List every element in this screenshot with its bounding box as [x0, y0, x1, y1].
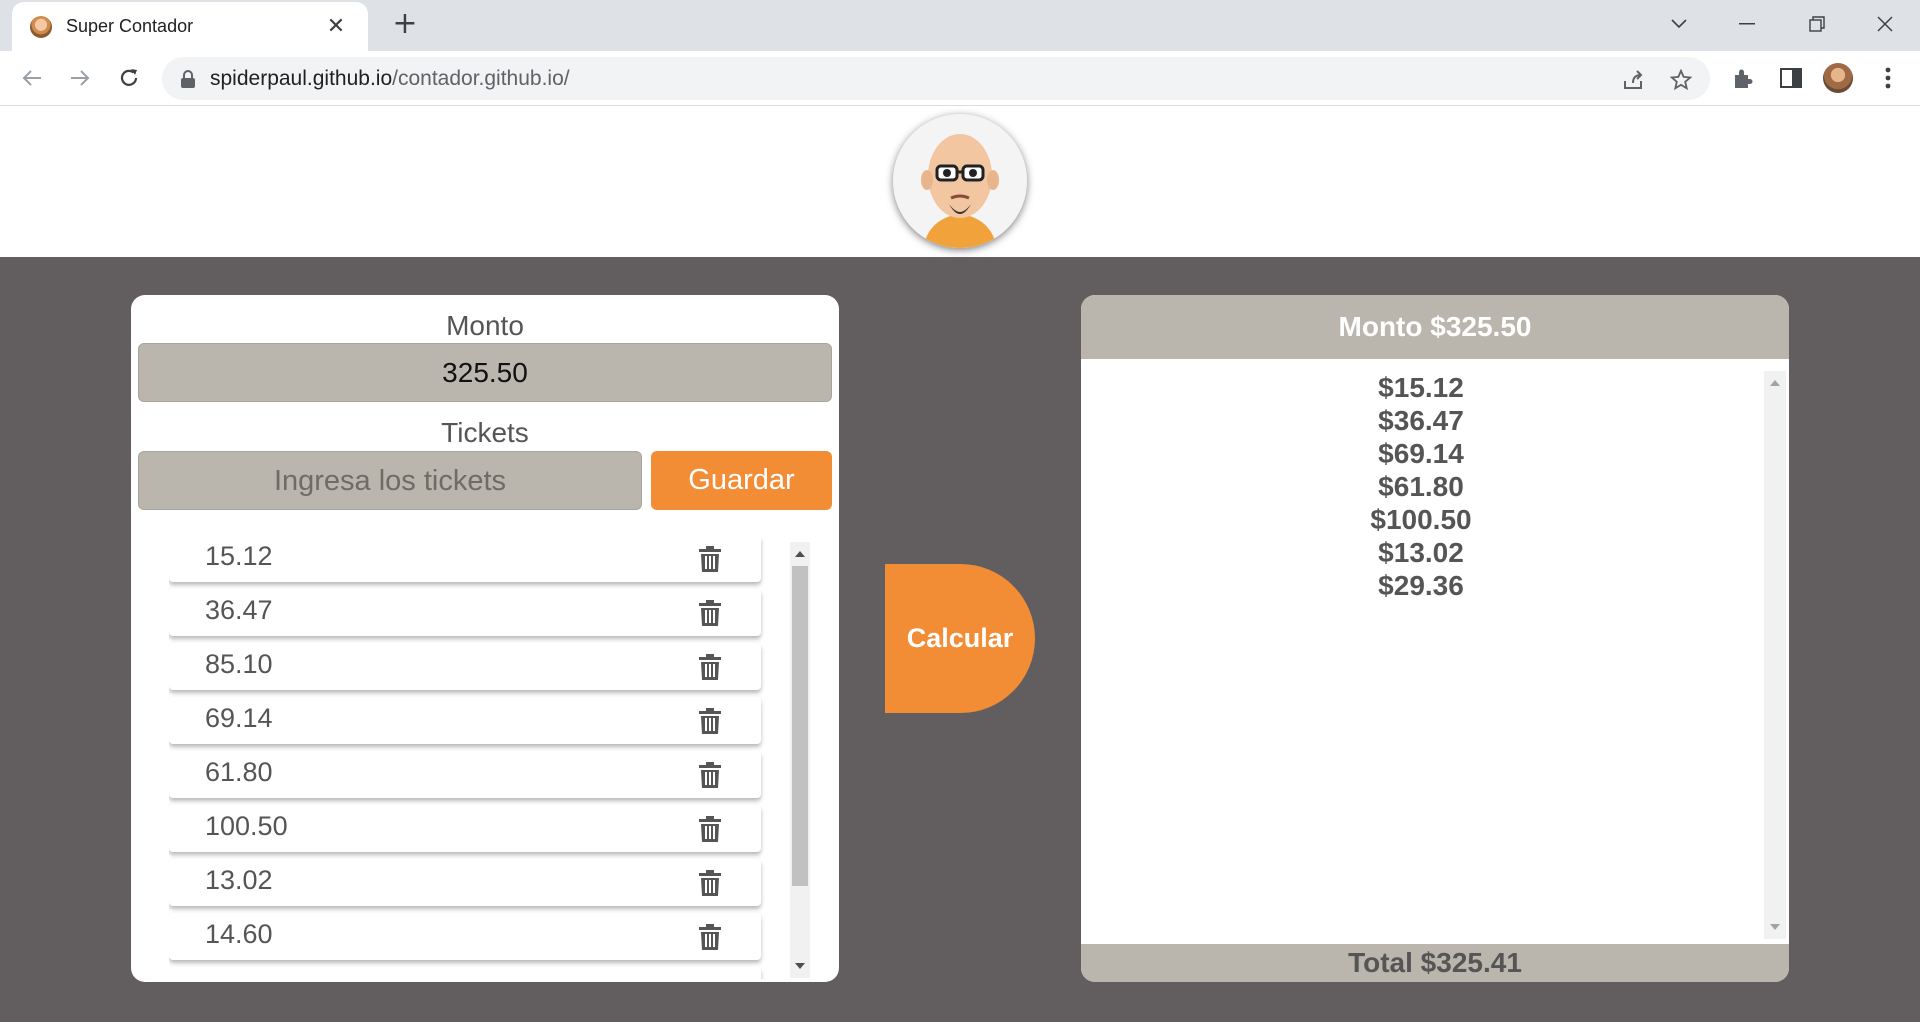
- site-avatar-logo: [893, 114, 1027, 248]
- extensions-icon[interactable]: [1728, 63, 1758, 93]
- trash-icon[interactable]: [699, 816, 721, 842]
- result-item: $69.14: [1378, 438, 1464, 469]
- browser-toolbar: spiderpaul.github.io/contador.github.io/: [0, 51, 1920, 106]
- result-list: $15.12 $36.47 $69.14 $61.80 $100.50 $13.…: [1081, 371, 1761, 602]
- list-item: 61.80: [169, 751, 761, 798]
- close-icon[interactable]: ✕: [322, 14, 350, 39]
- trash-icon[interactable]: [699, 600, 721, 626]
- trash-icon[interactable]: [699, 708, 721, 734]
- minimize-icon[interactable]: [1718, 6, 1776, 42]
- trash-icon[interactable]: [699, 654, 721, 680]
- trash-icon[interactable]: [699, 762, 721, 788]
- monto-label: Monto: [446, 310, 524, 341]
- lock-icon[interactable]: [180, 69, 196, 88]
- reload-icon[interactable]: [112, 61, 146, 95]
- trash-icon[interactable]: [699, 924, 721, 950]
- tickets-list[interactable]: 15.12 36.47 85.10 69.14 61.80 100.50 13.…: [169, 539, 809, 979]
- list-item: 85.10: [169, 643, 761, 690]
- restore-icon[interactable]: [1788, 6, 1846, 42]
- tickets-scrollbar[interactable]: [790, 542, 810, 978]
- calcular-button[interactable]: Calcular: [885, 564, 1035, 713]
- trash-icon[interactable]: [699, 870, 721, 896]
- result-item: $61.80: [1378, 471, 1464, 502]
- list-item: [169, 967, 761, 979]
- list-item: 69.14: [169, 697, 761, 744]
- ticket-value: 69.14: [205, 703, 273, 733]
- result-item: $15.12: [1378, 372, 1464, 403]
- tickets-label: Tickets: [441, 417, 529, 448]
- address-bar[interactable]: spiderpaul.github.io/contador.github.io/: [162, 57, 1710, 100]
- tab-title: Super Contador: [66, 16, 194, 36]
- share-icon[interactable]: [1620, 67, 1646, 93]
- result-item: $29.36: [1378, 570, 1464, 601]
- list-item: 36.47: [169, 589, 761, 636]
- url-text: spiderpaul.github.io/contador.github.io/: [210, 66, 570, 90]
- tab-favicon: [30, 15, 52, 38]
- tickets-input[interactable]: Ingresa los tickets: [138, 451, 642, 510]
- window-close-icon[interactable]: [1856, 6, 1914, 42]
- chevron-down-icon[interactable]: [1650, 6, 1708, 42]
- result-card: Monto $325.50 $15.12 $36.47 $69.14 $61.8…: [1081, 295, 1789, 982]
- trash-icon[interactable]: [699, 546, 721, 572]
- list-item: 14.60: [169, 913, 761, 960]
- profile-avatar[interactable]: [1823, 63, 1853, 93]
- browser-tab[interactable]: Super Contador ✕: [12, 2, 368, 51]
- ticket-value: 15.12: [205, 541, 273, 571]
- monto-input[interactable]: 325.50: [138, 343, 832, 402]
- result-header: Monto $325.50: [1081, 295, 1789, 359]
- list-item: 100.50: [169, 805, 761, 852]
- ticket-value: 36.47: [205, 595, 273, 625]
- side-panel-icon[interactable]: [1776, 63, 1806, 93]
- result-item: $13.02: [1378, 537, 1464, 568]
- back-icon[interactable]: [15, 61, 49, 95]
- result-item: $36.47: [1378, 405, 1464, 436]
- ticket-value: 61.80: [205, 757, 273, 787]
- result-item: $100.50: [1370, 504, 1472, 535]
- ticket-value: 14.60: [205, 919, 273, 949]
- forward-icon[interactable]: [63, 61, 97, 95]
- result-scrollbar[interactable]: [1764, 371, 1786, 939]
- list-item: 15.12: [169, 539, 761, 582]
- browser-tabstrip: Super Contador ✕ +: [0, 0, 1920, 51]
- ticket-value: 100.50: [205, 811, 288, 841]
- menu-icon[interactable]: [1873, 63, 1903, 93]
- list-item: 13.02: [169, 859, 761, 906]
- ticket-value: 13.02: [205, 865, 273, 895]
- input-card: Monto 325.50 Tickets Ingresa los tickets…: [131, 295, 839, 982]
- main-area: Monto 325.50 Tickets Ingresa los tickets…: [0, 257, 1920, 1022]
- result-total: Total $325.41: [1081, 944, 1789, 982]
- star-icon[interactable]: [1668, 67, 1694, 93]
- ticket-value: 85.10: [205, 649, 273, 679]
- page-header: [0, 106, 1920, 257]
- guardar-button[interactable]: Guardar: [651, 451, 832, 510]
- new-tab-icon[interactable]: +: [388, 8, 422, 42]
